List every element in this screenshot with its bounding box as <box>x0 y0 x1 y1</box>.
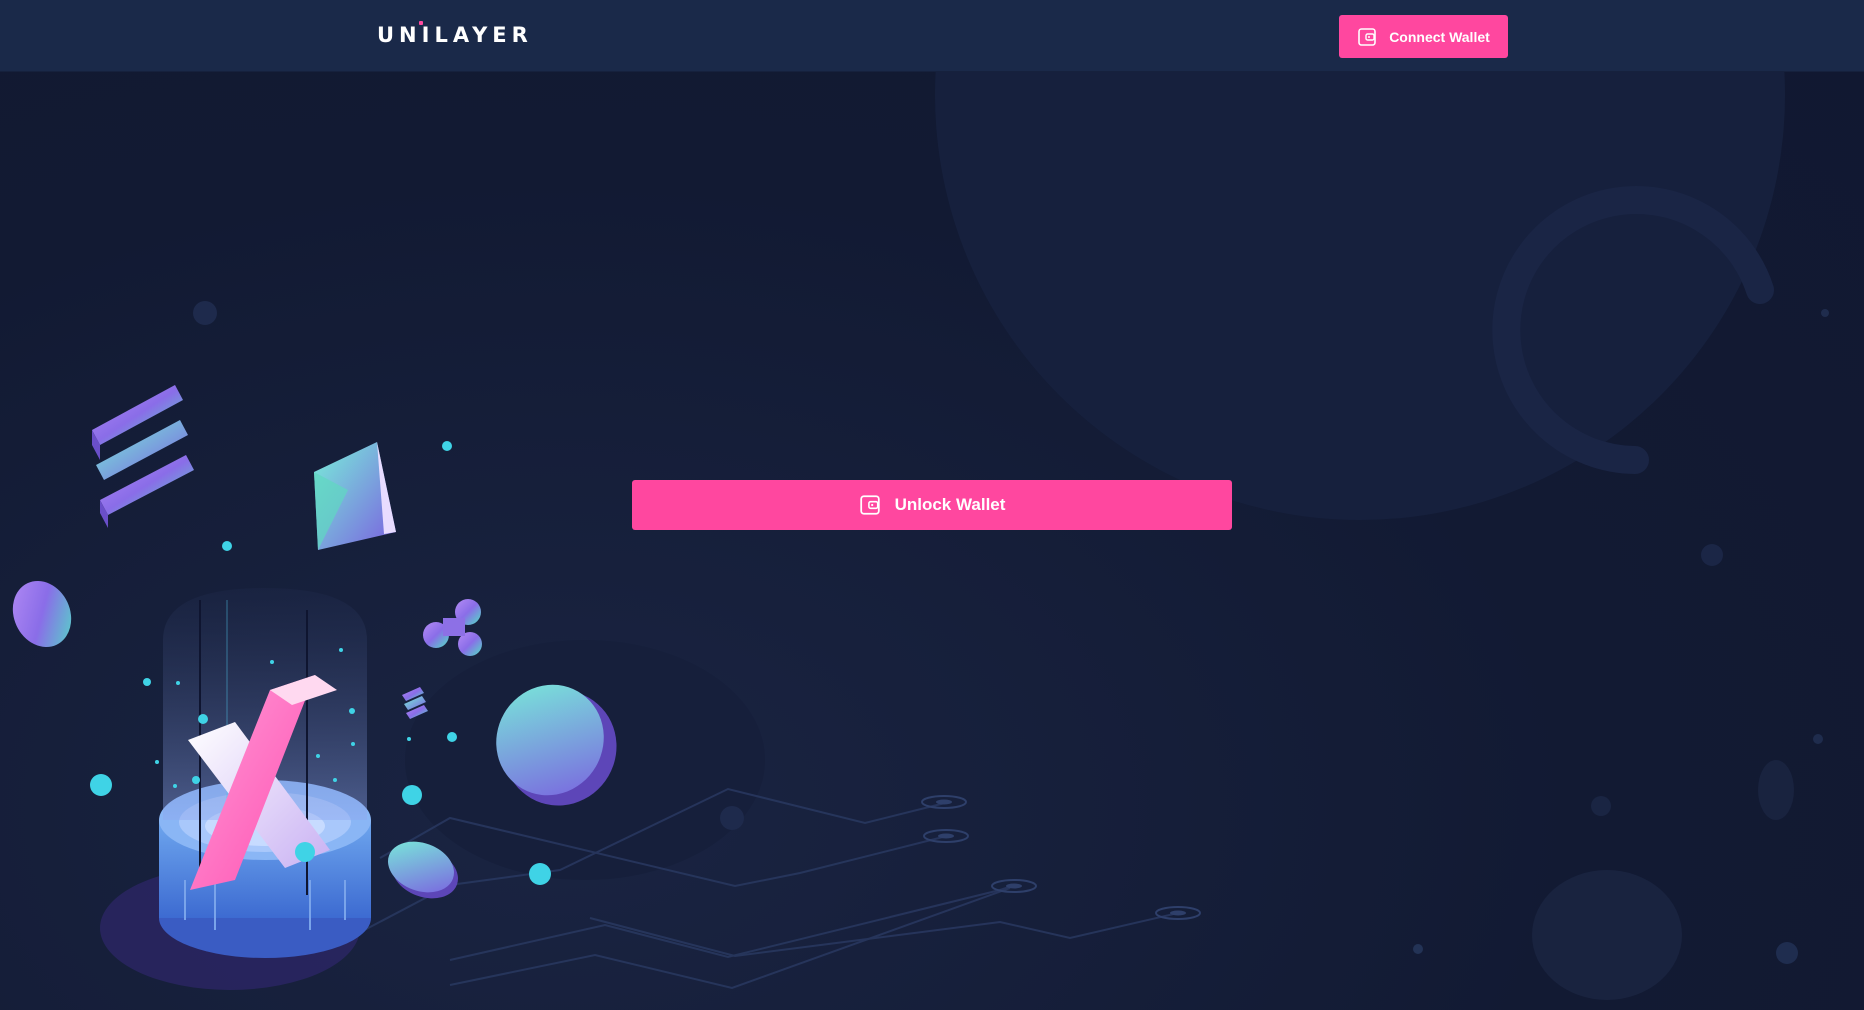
logo-text: UNILAYER <box>377 23 533 47</box>
wallet-icon <box>859 495 880 515</box>
connect-wallet-button[interactable]: Connect Wallet <box>1339 15 1508 58</box>
unlock-wallet-button[interactable]: Unlock Wallet <box>632 480 1232 530</box>
connect-wallet-label: Connect Wallet <box>1389 28 1490 45</box>
top-navbar: UNILAYER Connect Wallet <box>0 0 1864 72</box>
unilayer-logo[interactable]: UNILAYER <box>377 21 533 48</box>
wallet-icon <box>1358 27 1376 46</box>
page: UNILAYER Connect Wallet Unlock Wallet <box>0 0 1864 1010</box>
logo-accent-dot <box>419 21 423 25</box>
unlock-wallet-label: Unlock Wallet <box>894 495 1006 514</box>
